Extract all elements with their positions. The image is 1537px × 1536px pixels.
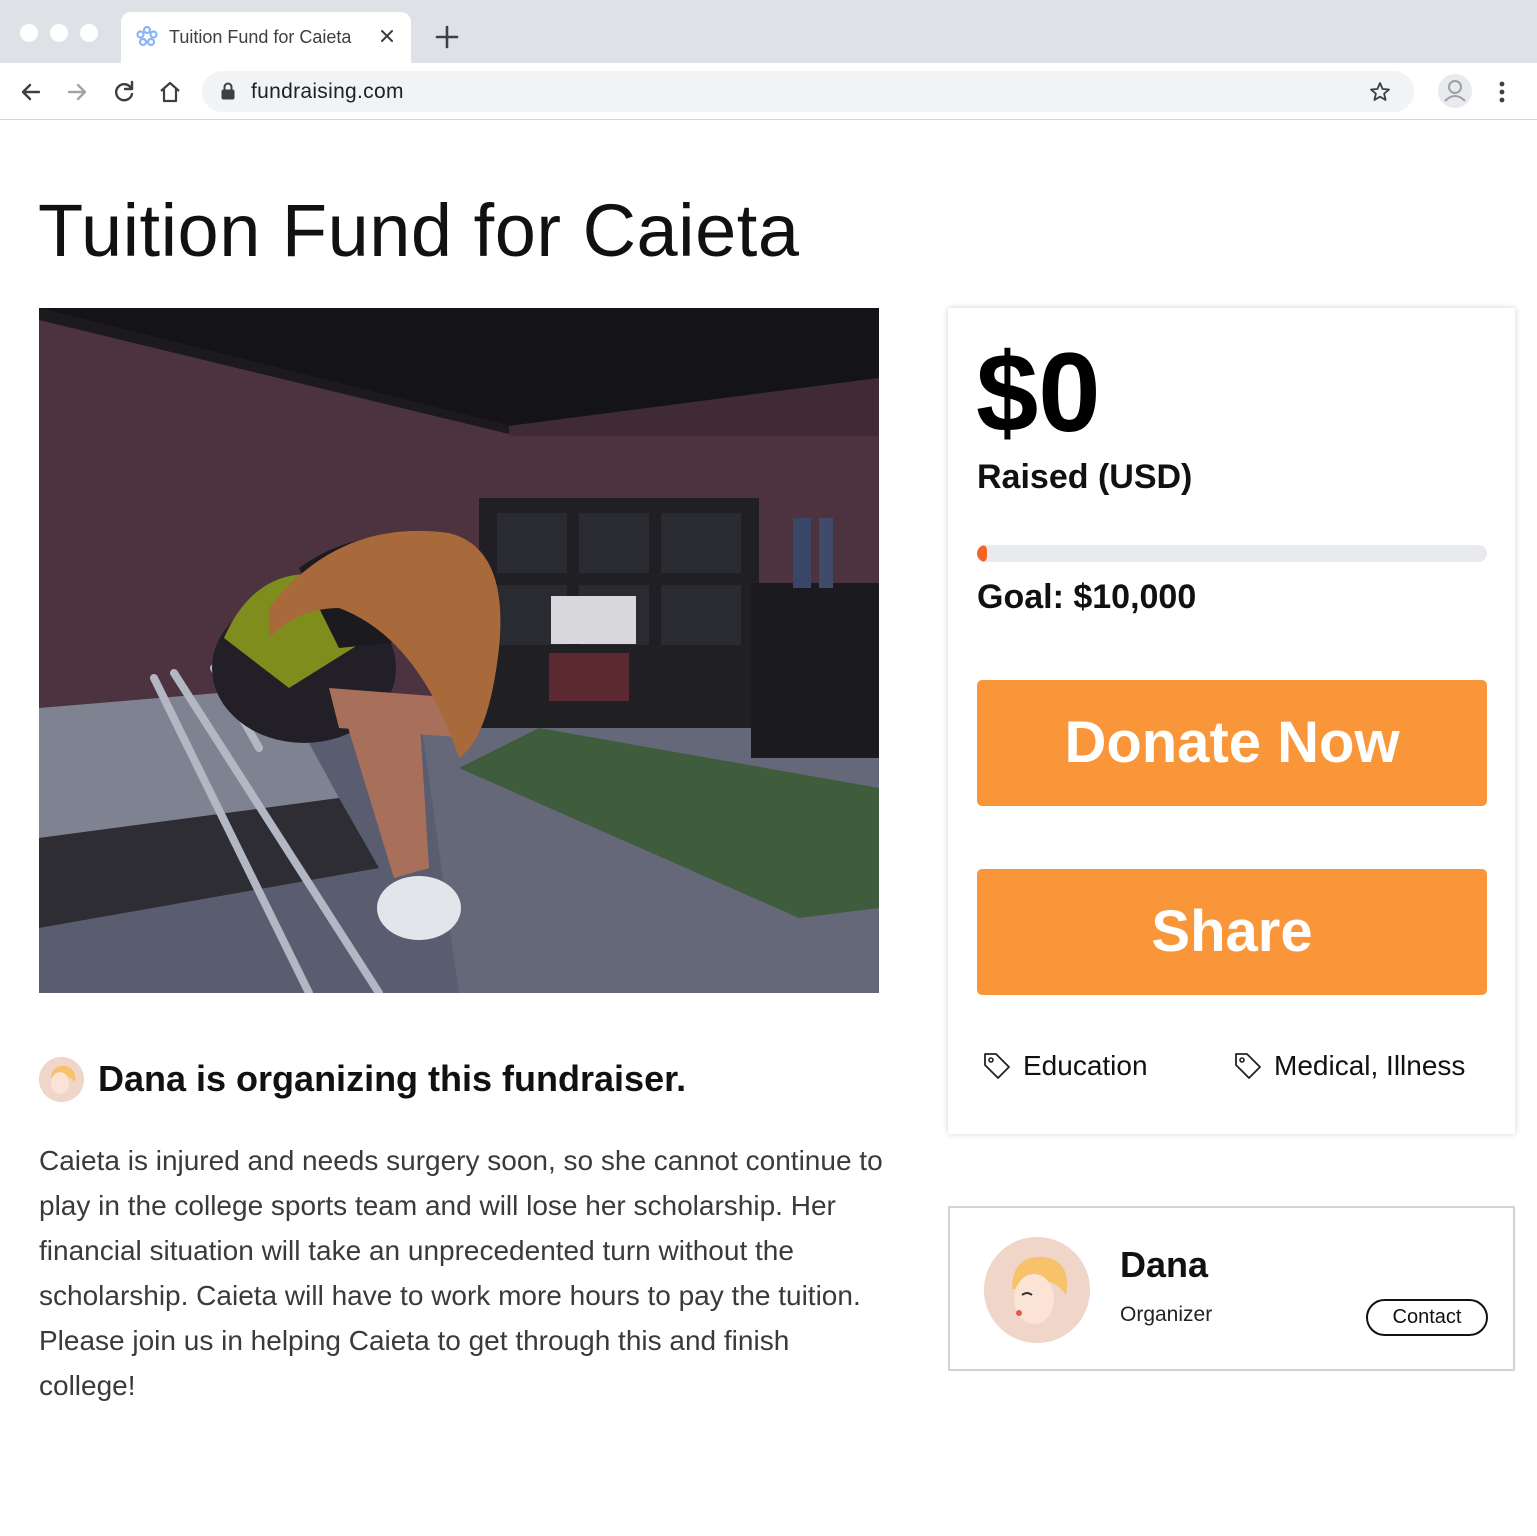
category-tag-label: Education xyxy=(1023,1050,1148,1081)
window-maximize-dot[interactable] xyxy=(80,24,98,42)
browser-toolbar: fundraising.com xyxy=(0,63,1537,120)
organizer-role: Organizer xyxy=(1120,1303,1213,1326)
organizer-avatar-small xyxy=(39,1057,84,1102)
organizer-avatar xyxy=(984,1237,1090,1343)
browser-tab-active[interactable]: Tuition Fund for Caieta xyxy=(121,12,411,63)
contact-button[interactable]: Contact xyxy=(1366,1299,1488,1336)
donate-now-button[interactable]: Donate Now xyxy=(977,680,1487,806)
page-title: Tuition Fund for Caieta xyxy=(38,189,800,272)
browser-tab-bar: Tuition Fund for Caieta xyxy=(0,0,1537,63)
hero-image xyxy=(39,308,879,993)
raised-label: Raised (USD) xyxy=(977,458,1193,496)
organizer-face-icon xyxy=(984,1237,1090,1343)
back-arrow-icon[interactable] xyxy=(16,77,46,107)
lock-icon xyxy=(221,82,235,100)
progress-bar-fill xyxy=(977,545,987,562)
progress-bar xyxy=(977,545,1487,562)
url-text: fundraising.com xyxy=(251,80,404,103)
share-button[interactable]: Share xyxy=(977,869,1487,995)
category-tag-education[interactable]: Education xyxy=(981,1048,1148,1084)
goal-amount: Goal: $10,000 xyxy=(977,578,1197,616)
new-tab-plus-icon[interactable] xyxy=(434,24,460,50)
hero-illustration xyxy=(39,308,879,993)
forward-arrow-icon[interactable] xyxy=(62,77,92,107)
category-tag-label: Medical, Illness xyxy=(1274,1050,1466,1081)
organizer-name: Dana xyxy=(1120,1244,1209,1285)
user-icon xyxy=(1444,80,1466,102)
donation-card: $0 Raised (USD) Goal: $10,000 Donate Now… xyxy=(948,308,1515,1134)
category-tag-medical-illness[interactable]: Medical, Illness xyxy=(1232,1048,1465,1084)
tag-icon xyxy=(984,1053,1010,1079)
more-menu-icon[interactable] xyxy=(1490,79,1514,105)
site-favicon-icon xyxy=(136,25,158,47)
home-icon[interactable] xyxy=(155,77,185,107)
organizer-headline: Dana is organizing this fundraiser. xyxy=(98,1058,687,1099)
bookmark-star-icon[interactable] xyxy=(1368,80,1392,104)
profile-avatar-button[interactable] xyxy=(1438,74,1472,108)
raised-amount: $0 xyxy=(976,330,1101,455)
organizer-card: Dana Organizer Contact xyxy=(948,1206,1515,1371)
close-tab-icon[interactable] xyxy=(375,24,399,48)
tag-icon xyxy=(1235,1053,1261,1079)
window-minimize-dot[interactable] xyxy=(50,24,68,42)
tab-title: Tuition Fund for Caieta xyxy=(169,27,352,47)
reload-icon[interactable] xyxy=(109,77,139,107)
campaign-story: Caieta is injured and needs surgery soon… xyxy=(39,1145,883,1401)
address-bar[interactable]: fundraising.com xyxy=(202,71,1414,112)
organizer-face-icon xyxy=(39,1057,84,1102)
window-close-dot[interactable] xyxy=(20,24,38,42)
